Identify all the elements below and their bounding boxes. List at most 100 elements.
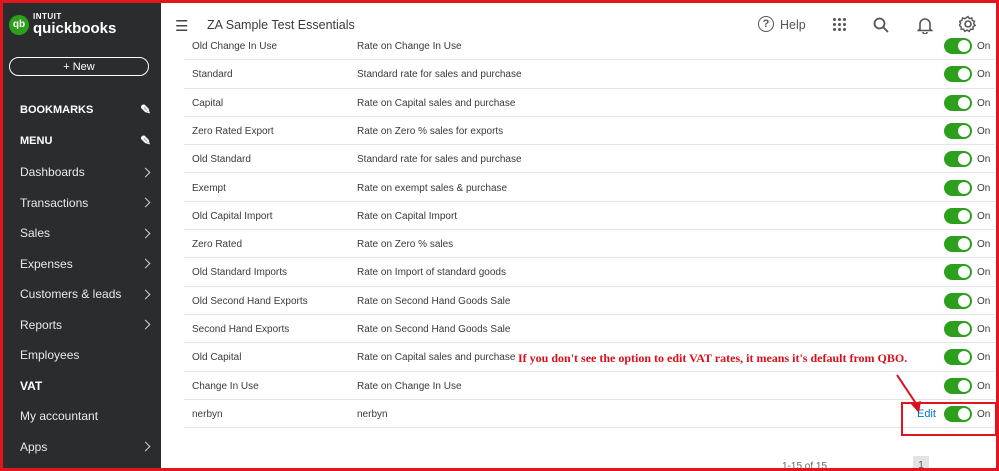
menu-section[interactable]: MENU ✎ [3,127,161,155]
table-row: Second Hand Exports Rate on Second Hand G… [184,315,995,344]
status-label: On [977,352,991,364]
sidebar-item-expenses[interactable]: Expenses [3,249,161,279]
table-row: nerbyn nerbyn On Edit [184,400,995,429]
sidebar-item-label: Reports [20,317,63,332]
sidebar-item-label: VAT [20,378,43,393]
rate-description: Rate on Zero % sales [357,239,454,251]
chevron-right-icon [140,197,151,208]
status-toggle[interactable] [944,321,972,337]
sidebar-item-label: Transactions [20,195,89,210]
rate-name: Exempt [192,182,226,194]
sidebar-item-label: Dashboards [20,165,85,179]
status-label: On [977,97,991,109]
table-row: Change In Use Rate on Change In Use On [184,372,995,400]
status-label: On [977,324,991,335]
sidebar-item-my-accountant[interactable]: My accountant [3,401,161,431]
chevron-right-icon [140,441,151,452]
sidebar-item-customers-leads[interactable]: Customers & leads [3,279,161,309]
table-row: Old Standard Imports Rate on Import of st… [184,258,995,287]
quickbooks-logo[interactable]: qb INTUIT quickbooks [9,13,116,36]
rate-description: Rate on Change In Use [357,41,462,52]
sidebar-item-apps[interactable]: Apps [3,432,161,462]
chevron-right-icon [140,228,151,238]
rate-description: Rate on Capital sales and purchase [357,97,516,109]
rate-name: Standard [192,69,233,81]
status-toggle[interactable] [944,349,972,366]
rate-description: Rate on Change In Use [357,380,462,392]
qb-logo-icon: qb [9,14,29,35]
status-toggle[interactable] [944,94,972,111]
sidebar-item-label: My accountant [20,409,99,423]
new-button[interactable]: + New [9,57,149,76]
rate-description: Rate on Zero % sales for exports [357,125,504,137]
status-label: On [977,380,991,392]
table-row: Old Capital Import Rate on Capital Import… [184,202,995,231]
logo-quickbooks-text: quickbooks [33,20,117,37]
sidebar: qb INTUIT quickbooks + New BOOKMARKS ✎ M… [3,3,161,468]
status-label: On [977,267,991,279]
status-label: On [977,295,991,307]
status-toggle[interactable] [944,38,972,54]
page-number-button[interactable]: 1 [913,456,929,468]
table-row: Old Standard Standard rate for sales and … [184,145,995,174]
chevron-right-icon [140,258,151,269]
status-toggle[interactable] [944,179,972,196]
status-toggle[interactable] [944,377,972,394]
bookmarks-section[interactable]: BOOKMARKS ✎ [3,96,161,124]
rate-name: Capital [192,97,224,109]
help-label[interactable]: Help [780,18,806,32]
table-row: Standard Standard rate for sales and purc… [184,60,995,89]
status-label: On [977,182,991,194]
pagination-range: 1-15 of 15 [782,461,828,471]
annotation-note: If you don't see the option to edit VAT … [518,351,908,365]
sidebar-item-label: Apps [20,439,48,454]
rate-description: Rate on Second Hand Goods Sale [357,295,511,307]
status-toggle[interactable] [944,151,972,168]
sidebar-item-reports[interactable]: Reports [3,310,161,340]
edit-pencil-icon[interactable]: ✎ [140,102,151,118]
rate-name: Old Capital Import [192,210,273,222]
chevron-right-icon [140,319,151,330]
table-row: Old Second Hand Exports Rate on Second Ha… [184,287,995,315]
bookmarks-label: BOOKMARKS [20,104,94,116]
sidebar-item-vat[interactable]: VAT [3,371,161,401]
chevron-right-icon [140,167,151,177]
rate-name: Change In Use [192,380,259,392]
status-toggle[interactable] [944,292,972,309]
status-label: On [977,125,991,137]
rate-description: Rate on Second Hand Goods Sale [357,324,511,335]
sidebar-item-label: Sales [20,226,51,240]
status-toggle[interactable] [944,236,972,253]
app-frame: qb INTUIT quickbooks + New BOOKMARKS ✎ M… [0,0,999,471]
rate-name: Old Second Hand Exports [192,295,308,307]
app-grid-icon[interactable] [833,18,846,31]
status-label: On [977,69,991,81]
sidebar-item-label: Expenses [20,256,73,271]
annotation-highlight-box [901,402,996,436]
status-toggle[interactable] [944,66,972,83]
sidebar-item-transactions[interactable]: Transactions [3,188,161,218]
rate-description: Standard rate for sales and purchase [357,69,522,81]
rate-name: Old Capital [192,352,242,364]
status-label: On [977,210,991,222]
status-label: On [977,239,991,251]
rate-name: Old Change In Use [192,41,278,52]
menu-label: MENU [20,135,53,147]
sidebar-item-label: Customers & leads [20,287,122,301]
status-toggle[interactable] [944,264,972,281]
table-row: Zero Rated Rate on Zero % sales On [184,230,995,259]
rate-description: Standard rate for sales and purchase [357,154,522,166]
status-toggle[interactable] [944,122,972,139]
status-toggle[interactable] [944,207,972,224]
company-name: ZA Sample Test Essentials [207,18,355,32]
rate-name: Zero Rated Export [192,125,274,137]
sidebar-item-dashboards[interactable]: Dashboards [3,157,161,187]
table-row: Capital Rate on Capital sales and purchas… [184,89,995,117]
sidebar-item-sales[interactable]: Sales [3,218,161,248]
sidebar-item-employees[interactable]: Employees [3,340,161,370]
rate-description: Rate on Capital sales and purchase [357,352,516,364]
help-icon[interactable]: ? [758,16,774,32]
rate-name: nerbyn [192,408,223,420]
rate-description: nerbyn [357,408,388,420]
edit-pencil-icon[interactable]: ✎ [140,133,151,149]
